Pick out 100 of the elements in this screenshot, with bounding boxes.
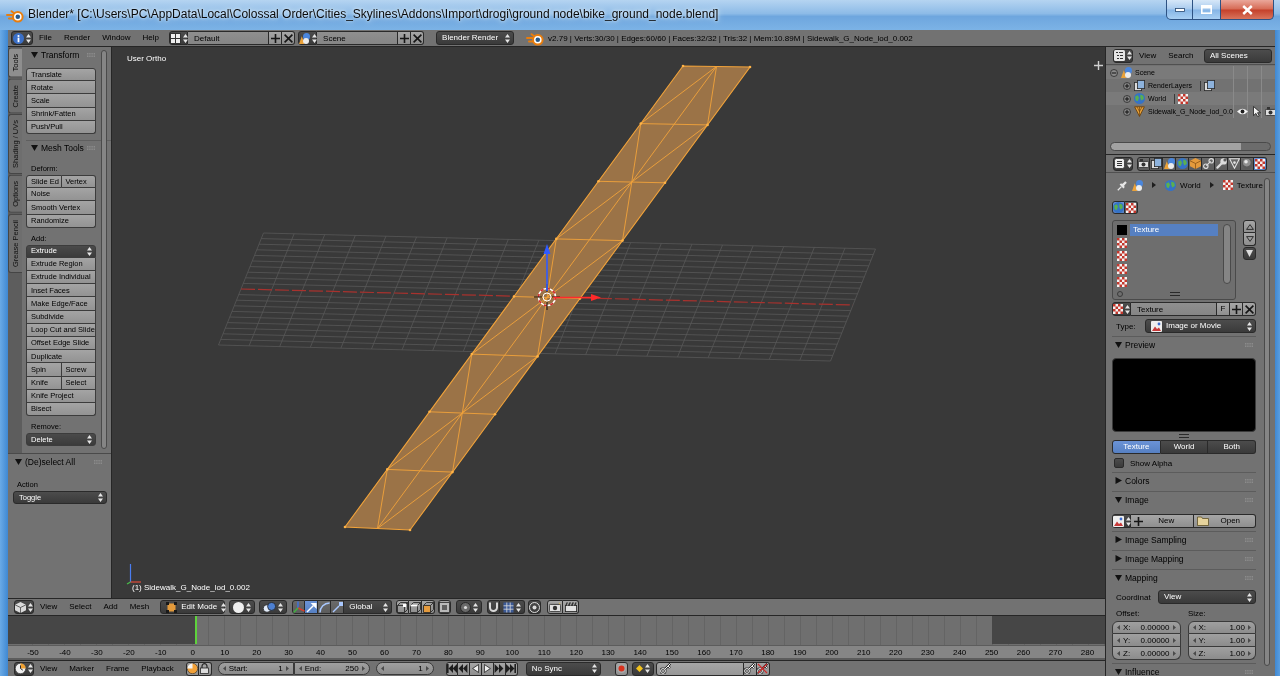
scrollbar[interactable] (101, 50, 107, 449)
photo-stack-icon[interactable] (1203, 80, 1215, 91)
menu-item[interactable]: Render (57, 32, 97, 44)
context-button[interactable] (1125, 201, 1138, 214)
disclosure-triangle-icon[interactable] (1115, 555, 1122, 562)
shading-dropdown[interactable] (229, 600, 256, 614)
layout-browse-button[interactable] (169, 31, 189, 45)
record-button[interactable] (614, 661, 628, 676)
offset-field[interactable]: Z: 0.00000 (1112, 647, 1181, 660)
eye-icon[interactable] (1237, 108, 1249, 115)
delete-button[interactable] (282, 31, 296, 45)
editor-type-button[interactable] (14, 661, 34, 676)
menu-item[interactable]: Mesh (123, 601, 156, 613)
transform-arrows-icon[interactable] (542, 244, 601, 302)
checker-icon[interactable] (1178, 93, 1189, 104)
select-mode-button[interactable] (422, 600, 436, 614)
preview-mode-tab[interactable]: World (1160, 440, 1209, 454)
add-button[interactable] (1230, 302, 1243, 316)
editor-type-button[interactable] (14, 600, 34, 614)
sync-dropdown[interactable]: No Sync (525, 661, 601, 676)
manipulator-button[interactable] (318, 600, 332, 614)
menu-item[interactable]: Add (97, 601, 124, 613)
menu-item[interactable]: Frame (100, 662, 136, 675)
coordinates-dropdown[interactable]: View (1158, 590, 1256, 604)
snap-button[interactable] (487, 600, 501, 614)
pivot-dropdown[interactable] (259, 600, 288, 614)
fake-user-button[interactable]: F (1217, 302, 1230, 316)
properties-tab[interactable] (1228, 156, 1241, 171)
size-field[interactable]: Y: 1.00 (1187, 634, 1256, 647)
menu-item[interactable]: File (33, 32, 58, 44)
add-button[interactable] (398, 31, 412, 45)
disclosure-triangle-icon[interactable] (1115, 496, 1122, 503)
mesh-strip[interactable] (343, 64, 752, 532)
panel-title[interactable]: Image Mapping (1125, 553, 1184, 564)
menu-item[interactable]: Window (96, 32, 137, 44)
expand-toggle-icon[interactable] (1123, 94, 1131, 103)
scrollbar[interactable] (1223, 224, 1231, 284)
scrollbar[interactable] (1264, 178, 1270, 666)
filter-dropdown[interactable]: All Scenes (1204, 48, 1272, 63)
disclosure-triangle-icon[interactable] (15, 458, 22, 465)
editor-type-button[interactable] (1113, 156, 1133, 171)
panel-title[interactable]: Image (1125, 494, 1149, 505)
checkbox[interactable] (1114, 458, 1124, 468)
properties-tab[interactable] (1189, 156, 1202, 171)
context-button[interactable] (1112, 201, 1125, 214)
preview-range-button[interactable] (185, 661, 199, 676)
manipulator-button[interactable] (331, 600, 345, 614)
menu-item[interactable]: Help (136, 32, 166, 44)
display-mode-button[interactable] (1113, 48, 1133, 63)
snap-target-button[interactable] (528, 600, 542, 614)
pointer-icon[interactable] (1252, 106, 1261, 117)
size-field[interactable]: Z: 1.00 (1187, 647, 1256, 660)
plus-icon[interactable] (1094, 61, 1103, 70)
delete-button[interactable] (1243, 302, 1256, 316)
expand-toggle-icon[interactable] (1123, 107, 1131, 116)
disclosure-triangle-icon[interactable] (1115, 341, 1122, 348)
expand-toggle-icon[interactable] (1110, 68, 1118, 77)
manipulator-button[interactable] (305, 600, 319, 614)
properties-tab[interactable] (1163, 156, 1176, 171)
scene-browse-button[interactable] (298, 31, 318, 45)
pin-icon[interactable] (1117, 179, 1128, 191)
properties-tab[interactable] (1254, 156, 1267, 171)
offset-field[interactable]: X: 0.00000 (1112, 621, 1181, 634)
menu-item[interactable]: View (34, 662, 64, 675)
type-dropdown[interactable]: Image or Movie (1145, 319, 1256, 333)
disclosure-triangle-icon[interactable] (31, 51, 38, 58)
resize-grip-icon[interactable] (1170, 291, 1180, 296)
offset-field[interactable]: Y: 0.00000 (1112, 634, 1181, 647)
new-button[interactable]: New (1131, 514, 1194, 528)
occlude-button[interactable] (438, 600, 452, 614)
snap-element-dropdown[interactable] (500, 600, 526, 614)
disclosure-triangle-icon[interactable] (1115, 574, 1122, 581)
render-button[interactable] (547, 600, 564, 614)
panel-title[interactable]: Preview (1125, 339, 1156, 350)
disclosure-triangle-icon[interactable] (1115, 477, 1122, 484)
add-button[interactable] (269, 31, 283, 45)
panel-title[interactable]: Mapping (1125, 572, 1158, 583)
menu-item[interactable]: Select (63, 601, 98, 613)
keyframe-type-dropdown[interactable] (631, 661, 654, 676)
properties-tab[interactable] (1150, 156, 1163, 171)
maximize-button[interactable] (1193, 0, 1221, 20)
texture-browse-button[interactable] (1112, 302, 1131, 316)
menu-item[interactable]: Marker (63, 662, 101, 675)
panel-title[interactable]: Transform (41, 49, 80, 60)
current-frame-line[interactable] (194, 616, 197, 644)
size-field[interactable]: X: 1.00 (1187, 621, 1256, 634)
properties-tab[interactable] (1137, 156, 1150, 171)
specials-menu-button[interactable] (1243, 247, 1256, 260)
panel-title[interactable]: Image Sampling (1125, 534, 1187, 545)
current-frame-field[interactable]: 1 (375, 662, 434, 675)
select-mode-button[interactable] (396, 600, 410, 614)
move-down-button[interactable] (1243, 233, 1256, 246)
start-frame-field[interactable]: Start: 1 (217, 662, 294, 675)
disclosure-triangle-icon[interactable] (31, 144, 38, 152)
close-button[interactable] (1221, 0, 1274, 20)
mode-dropdown[interactable]: Edit Mode (160, 600, 226, 614)
resize-grip-icon[interactable] (1179, 434, 1189, 438)
keying-set-field[interactable] (655, 661, 744, 676)
properties-tab[interactable] (1176, 156, 1189, 171)
proportional-dropdown[interactable] (456, 600, 483, 614)
